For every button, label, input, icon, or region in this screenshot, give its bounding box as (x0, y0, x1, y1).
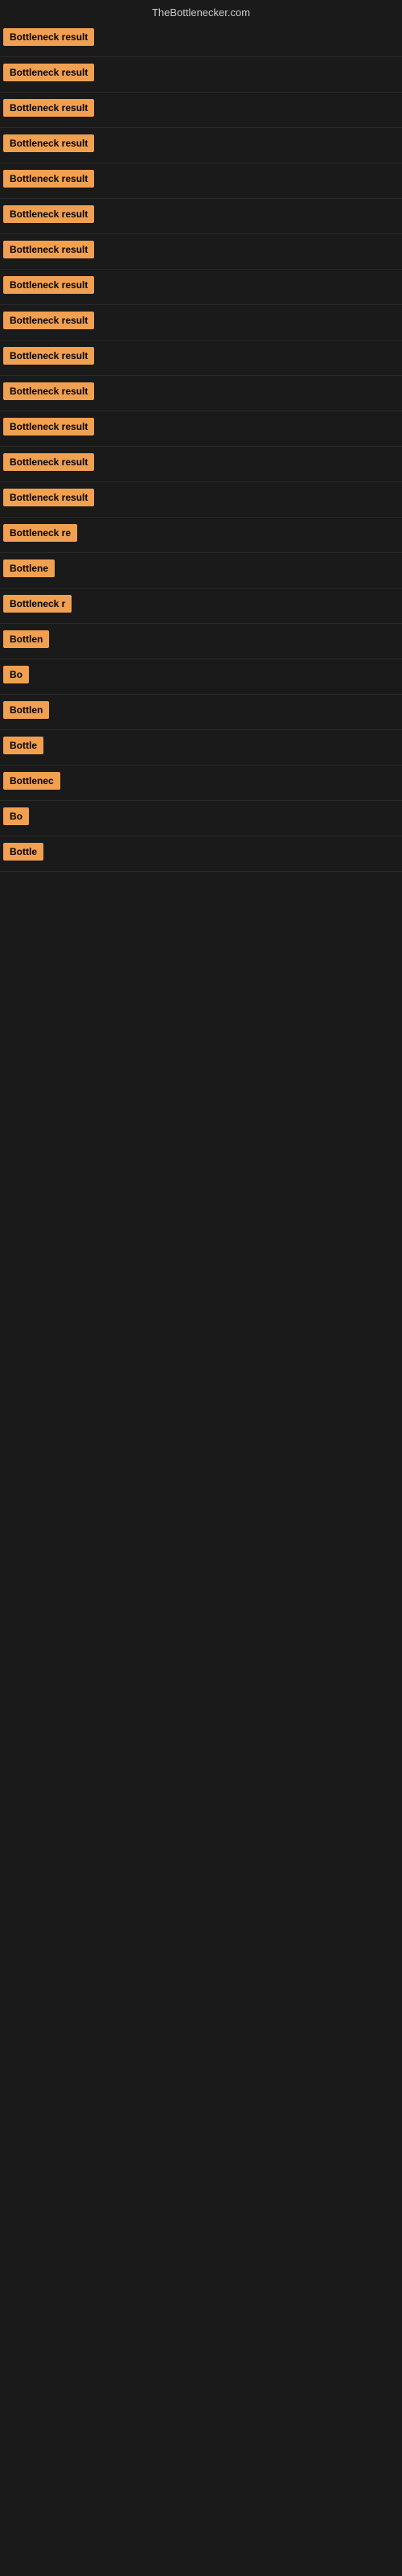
bottleneck-badge[interactable]: Bottleneck result (3, 64, 94, 81)
bottleneck-badge[interactable]: Bottlene (3, 559, 55, 577)
bottleneck-badge[interactable]: Bottleneck result (3, 28, 94, 46)
bottleneck-row: Bottleneck result (0, 93, 402, 128)
bottleneck-row: Bottleneck result (0, 128, 402, 163)
bottleneck-badge[interactable]: Bottleneck result (3, 312, 94, 329)
bottleneck-badge[interactable]: Bottleneck result (3, 241, 94, 258)
bottleneck-row: Bottlen (0, 695, 402, 730)
bottleneck-row: Bo (0, 801, 402, 836)
bottleneck-row: Bottlenec (0, 766, 402, 801)
bottleneck-row: Bottleneck r (0, 588, 402, 624)
bottleneck-badge[interactable]: Bottleneck result (3, 99, 94, 117)
bottleneck-row: Bottleneck result (0, 57, 402, 93)
bottleneck-badge[interactable]: Bo (3, 666, 29, 683)
bottleneck-row: Bottleneck result (0, 376, 402, 411)
bottleneck-row: Bottleneck result (0, 447, 402, 482)
bottleneck-row: Bottle (0, 730, 402, 766)
bottleneck-row: Bottlen (0, 624, 402, 659)
bottleneck-row: Bottleneck re (0, 518, 402, 553)
bottleneck-row: Bottleneck result (0, 22, 402, 57)
bottleneck-badge[interactable]: Bottlenec (3, 772, 60, 790)
bottleneck-badge[interactable]: Bottlen (3, 701, 49, 719)
bottleneck-row: Bottlene (0, 553, 402, 588)
bottleneck-badge[interactable]: Bottle (3, 843, 43, 861)
bottleneck-badge[interactable]: Bottleneck result (3, 347, 94, 365)
bottleneck-badge[interactable]: Bottlen (3, 630, 49, 648)
bottleneck-badge[interactable]: Bottleneck result (3, 276, 94, 294)
bottleneck-row: Bottleneck result (0, 234, 402, 270)
bottleneck-badge[interactable]: Bottleneck result (3, 382, 94, 400)
bottleneck-row: Bottleneck result (0, 411, 402, 447)
bottleneck-row: Bottleneck result (0, 482, 402, 518)
bottleneck-badge[interactable]: Bottleneck result (3, 134, 94, 152)
bottleneck-badge[interactable]: Bo (3, 807, 29, 825)
bottleneck-badge[interactable]: Bottleneck result (3, 170, 94, 188)
bottleneck-row: Bottleneck result (0, 305, 402, 341)
bottleneck-badge[interactable]: Bottleneck result (3, 489, 94, 506)
bottleneck-badge[interactable]: Bottleneck r (3, 595, 72, 613)
bottleneck-row: Bottleneck result (0, 163, 402, 199)
bottleneck-badge[interactable]: Bottleneck result (3, 205, 94, 223)
bottleneck-row: Bottle (0, 836, 402, 872)
bottleneck-badge[interactable]: Bottleneck re (3, 524, 77, 542)
bottleneck-badge[interactable]: Bottle (3, 737, 43, 754)
bottleneck-badge[interactable]: Bottleneck result (3, 418, 94, 436)
bottleneck-row: Bottleneck result (0, 341, 402, 376)
bottleneck-row: Bo (0, 659, 402, 695)
bottleneck-badge[interactable]: Bottleneck result (3, 453, 94, 471)
bottleneck-row: Bottleneck result (0, 270, 402, 305)
bottleneck-row: Bottleneck result (0, 199, 402, 234)
site-title: TheBottlenecker.com (0, 0, 402, 22)
